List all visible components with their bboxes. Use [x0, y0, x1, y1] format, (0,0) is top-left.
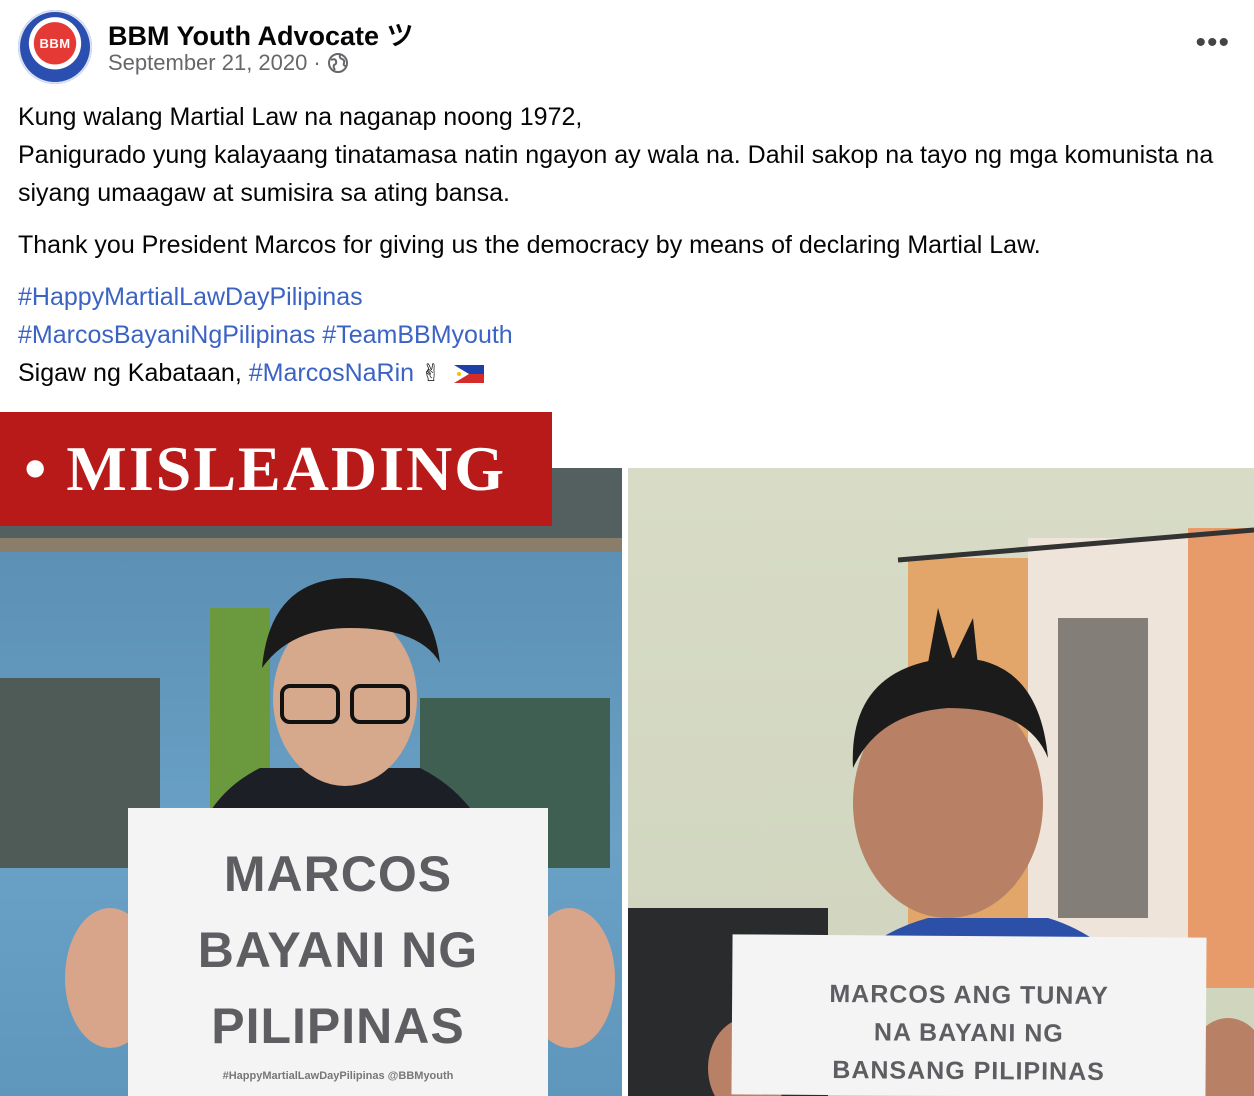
photo-left-person: MARCOS BAYANI NG PILIPINAS #HappyMartial… [0, 468, 622, 1096]
page-avatar[interactable]: BBM [18, 10, 92, 84]
right-sign-line: BANSANG PILIPINAS [832, 1056, 1106, 1086]
post-photo[interactable]: MARCOS BAYANI NG PILIPINAS #HappyMartial… [0, 412, 1254, 1096]
right-sign-line: NA BAYANI NG [873, 1018, 1064, 1048]
peace-sign-icon: ✌ [421, 360, 442, 387]
right-sign-line: MARCOS ANG TUNAY [829, 980, 1109, 1010]
misleading-label: • MISLEADING [0, 412, 552, 526]
post-meta: September 21, 2020 · [108, 50, 349, 76]
hashtag-link[interactable]: #HappyMartialLawDayPilipinas [18, 283, 363, 311]
left-sign: MARCOS BAYANI NG PILIPINAS #HappyMartial… [128, 808, 548, 1096]
hashtag-link[interactable]: #TeamBBMyouth [322, 321, 512, 349]
post-line-2: Panigurado yung kalayaang tinatamasa nat… [18, 141, 1214, 207]
post-date-link[interactable]: September 21, 2020 [108, 50, 307, 76]
avatar-logo-text: BBM [39, 36, 71, 51]
misleading-label-text: • MISLEADING [24, 433, 507, 504]
right-sign: MARCOS ANG TUNAY NA BAYANI NG BANSANG PI… [731, 934, 1207, 1096]
closing-line: Sigaw ng Kabataan, #MarcosNaRin ✌ [18, 354, 1233, 393]
hashtag-line-1: #HappyMartialLawDayPilipinas [18, 278, 1233, 316]
hashtag-line-2: #MarcosBayaniNgPilipinas #TeamBBMyouth [18, 316, 1233, 354]
left-sign-line: MARCOS [223, 846, 453, 902]
hashtag-link[interactable]: #MarcosNaRin [249, 359, 414, 387]
meta-separator: · [313, 50, 321, 75]
more-options-icon[interactable]: ••• [1195, 26, 1230, 60]
left-sign-line: PILIPINAS [211, 998, 465, 1054]
philippine-flag-icon [454, 365, 485, 383]
post-header: BBM BBM Youth Advocate ツ September 21, 2… [18, 8, 1236, 88]
left-sign-line: BAYANI NG [197, 922, 479, 978]
page-name-link[interactable]: BBM Youth Advocate ツ [108, 14, 414, 53]
globe-icon[interactable] [327, 52, 349, 74]
post-line-3: Thank you President Marcos for giving us… [18, 231, 1041, 259]
closing-prefix: Sigaw ng Kabataan, [18, 359, 242, 387]
hashtag-link[interactable]: #MarcosBayaniNgPilipinas [18, 321, 315, 349]
post-text: Kung walang Martial Law na naganap noong… [18, 98, 1233, 393]
post-line-1: Kung walang Martial Law na naganap noong… [18, 103, 583, 131]
photo-right-person: MARCOS ANG TUNAY NA BAYANI NG BANSANG PI… [628, 468, 1254, 1096]
left-sign-footer: #HappyMartialLawDayPilipinas @BBMyouth [222, 1070, 454, 1082]
